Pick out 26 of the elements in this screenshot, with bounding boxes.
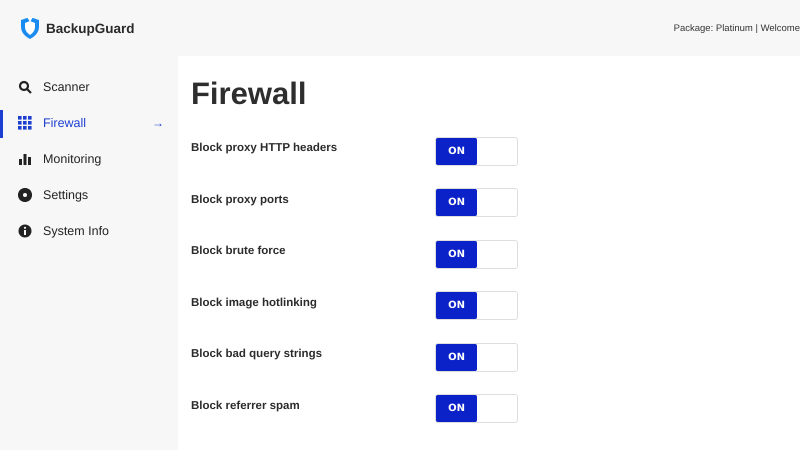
arrow-icon: → (152, 116, 164, 130)
search-icon (18, 80, 32, 94)
toggle-switch[interactable]: ON (435, 188, 518, 217)
toggle-switch[interactable]: ON (435, 394, 518, 423)
setting-label: Block brute force (191, 245, 287, 257)
sidebar-item[interactable]: System Info (0, 213, 178, 249)
sidebar-item[interactable]: Monitoring (0, 141, 178, 177)
toggle-switch[interactable]: ON (435, 240, 518, 268)
setting-label: Block proxy HTTP headers (191, 142, 338, 154)
toggle-switch[interactable]: ON (435, 342, 518, 372)
setting-label: Block bad query strings (191, 348, 324, 360)
setting-label: Block proxy ports (191, 194, 290, 206)
toggle-switch[interactable]: ON (435, 136, 518, 166)
brand-name: BackupGuard (46, 20, 135, 36)
grid-icon (18, 116, 32, 130)
setting-label: Block referrer spam (191, 400, 301, 412)
toggle-switch[interactable]: ON (435, 291, 518, 320)
sidebar-item[interactable]: Settings (0, 177, 178, 213)
sidebar-item[interactable]: Firewall → (0, 105, 178, 141)
info-icon (18, 224, 32, 238)
sidebar-item[interactable]: Scanner (0, 69, 178, 105)
bar-chart-icon (18, 152, 32, 166)
shield-logo-icon (19, 16, 41, 40)
account-info: Package: Platinum | Welcome (674, 22, 800, 34)
page-title: Firewall (191, 76, 308, 112)
setting-label: Block image hotlinking (191, 296, 318, 308)
